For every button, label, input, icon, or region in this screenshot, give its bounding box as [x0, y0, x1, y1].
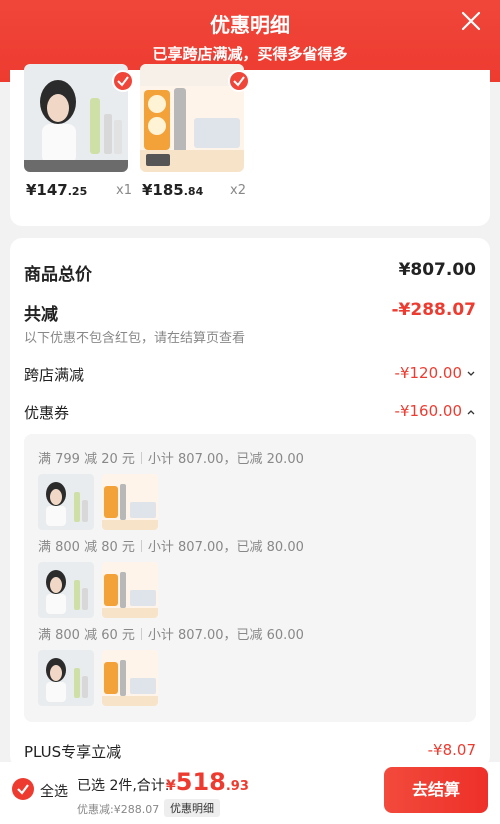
cross-store-label: 跨店满减	[24, 366, 85, 384]
chevron-down-icon	[467, 371, 475, 376]
product-qty: x2	[230, 183, 246, 198]
coupon-detail-panel: 满 799 减 20 元小计 807.00，已减 20.00 满 800 减 8…	[24, 434, 476, 722]
coupon-product-image	[38, 562, 94, 618]
select-all-label[interactable]: 全选	[40, 781, 68, 801]
coupon-rule-line: 满 799 减 20 元小计 807.00，已减 20.00	[38, 452, 304, 467]
coupon-product-image	[38, 474, 94, 530]
coupon-label: 优惠券	[24, 404, 70, 422]
total-price-value: ¥807.00	[398, 260, 476, 280]
product-list-card: ¥147.25 x1 ¥185.84 x2	[10, 64, 490, 226]
product-price: ¥147.25	[26, 181, 88, 199]
discount-note: 以下优惠不包含红包，请在结算页查看	[24, 331, 246, 346]
checkout-button[interactable]: 去结算	[384, 767, 488, 813]
product-item[interactable]: ¥185.84 x2	[140, 64, 250, 234]
discount-detail-toggle[interactable]: 优惠明细	[164, 799, 220, 817]
close-icon[interactable]	[460, 10, 482, 32]
total-amount: ¥518.93	[166, 768, 249, 796]
total-discount-label: 共减	[24, 305, 58, 325]
header-title: 优惠明细	[210, 13, 290, 37]
coupon-value: -¥160.00	[394, 402, 462, 420]
discount-detail-card: 商品总价 ¥807.00 共减 -¥288.07 以下优惠不包含红包，请在结算页…	[10, 238, 490, 768]
check-icon	[17, 784, 29, 795]
plus-discount-label: PLUS专享立减	[24, 743, 122, 761]
coupon-rule-line: 满 800 减 80 元小计 807.00，已减 80.00	[38, 540, 304, 555]
cross-store-value: -¥120.00	[394, 364, 462, 382]
total-price-label: 商品总价	[24, 265, 92, 285]
coupon-product-image	[102, 650, 158, 706]
selected-check-icon	[112, 70, 134, 92]
coupon-rule-line: 满 800 减 60 元小计 807.00，已减 60.00	[38, 628, 304, 643]
total-discount-value: -¥288.07	[391, 300, 477, 320]
checkout-bar: 全选 已选 2件,合计: ¥518.93 优惠减:¥288.07 优惠明细 去结…	[0, 762, 500, 824]
coupon-product-image	[102, 562, 158, 618]
header-subtitle: 已享跨店满减，买得多省得多	[152, 45, 348, 63]
selected-summary: 已选 2件,合计:	[77, 778, 170, 794]
chevron-up-icon	[467, 410, 475, 415]
coupon-product-image	[102, 474, 158, 530]
product-price: ¥185.84	[142, 181, 204, 199]
select-all-checkbox[interactable]	[12, 778, 34, 800]
product-qty: x1	[116, 183, 132, 198]
saved-amount: 优惠减:¥288.07	[77, 803, 160, 816]
selected-check-icon	[228, 70, 250, 92]
coupon-product-image	[38, 650, 94, 706]
plus-discount-value: -¥8.07	[427, 741, 476, 759]
product-item[interactable]: ¥147.25 x1	[24, 64, 134, 234]
